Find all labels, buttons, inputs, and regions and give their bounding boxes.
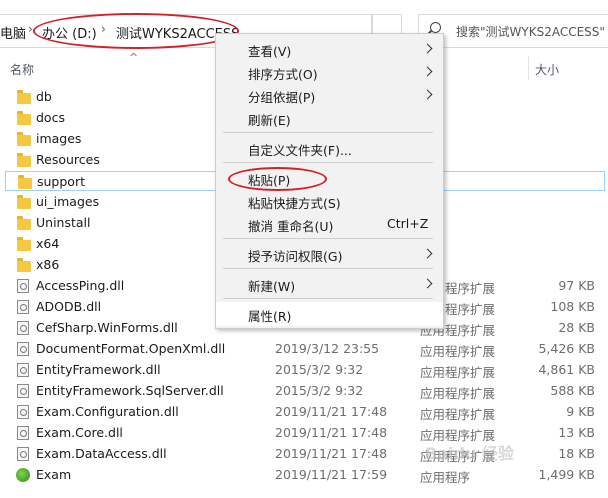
menu-separator xyxy=(223,238,433,239)
file-name: docs xyxy=(36,110,65,125)
menu-item-refresh[interactable]: 刷新(E) xyxy=(248,110,291,129)
file-name: Exam.DataAccess.dll xyxy=(36,446,167,461)
menu-item-new[interactable]: 新建(W) xyxy=(248,276,295,295)
file-date: 2019/11/21 17:59 xyxy=(275,467,388,482)
file-size: 5,426 KB xyxy=(538,341,595,356)
breadcrumb-computer[interactable]: 电脑 xyxy=(0,23,26,42)
dll-file-icon xyxy=(17,405,29,419)
file-name: CefSharp.WinForms.dll xyxy=(36,320,178,335)
folder-icon xyxy=(18,175,32,189)
dll-file-icon xyxy=(17,321,29,335)
dll-file-icon xyxy=(17,447,29,461)
file-name: EntityFramework.dll xyxy=(36,362,161,377)
file-name: ui_images xyxy=(36,194,100,209)
folder-icon xyxy=(17,237,31,251)
folder-icon xyxy=(17,216,31,230)
file-type: 应用程序 xyxy=(420,470,471,485)
folder-icon xyxy=(17,90,31,104)
file-date: 2019/3/12 23:55 xyxy=(275,341,380,356)
file-size: 108 KB xyxy=(550,299,595,314)
menu-shortcut-undo: Ctrl+Z xyxy=(387,216,429,231)
file-name: ADODB.dll xyxy=(36,299,102,314)
file-name: Exam.Configuration.dll xyxy=(36,404,179,419)
file-row[interactable]: EntityFramework.dll 2015/3/2 9:32 应用程序扩展 4,… xyxy=(5,360,605,380)
file-date: 2015/3/2 9:32 xyxy=(275,362,364,377)
file-row[interactable]: Exam.Configuration.dll 2019/11/21 17:48 应用… xyxy=(5,402,605,422)
menu-item-sort[interactable]: 排序方式(O) xyxy=(248,64,318,83)
file-name: Uninstall xyxy=(36,215,91,230)
dll-file-icon xyxy=(17,279,29,293)
file-name: x86 xyxy=(36,257,60,272)
application-icon xyxy=(16,468,30,482)
file-date: 2019/11/21 17:48 xyxy=(275,425,388,440)
watermark: Baidu 经验 xyxy=(425,444,514,463)
file-size: 588 KB xyxy=(550,383,595,398)
file-type: 应用程序扩展 xyxy=(420,386,496,401)
file-size: 97 KB xyxy=(558,278,595,293)
file-row[interactable]: Exam.DataAccess.dll 2019/11/21 17:48 应用程序扩… xyxy=(5,444,605,464)
file-name: EntityFramework.SqlServer.dll xyxy=(36,383,224,398)
file-name: images xyxy=(36,131,82,146)
file-row[interactable]: Exam.Core.dll 2019/11/21 17:48 应用程序扩展 13 KB xyxy=(5,423,605,443)
menu-separator xyxy=(223,298,433,299)
file-size: 1,499 KB xyxy=(538,467,595,482)
menu-item-group[interactable]: 分组依据(P) xyxy=(248,87,315,106)
column-divider[interactable] xyxy=(528,56,529,80)
file-size: 13 KB xyxy=(558,425,595,440)
file-row[interactable]: DocumentFormat.OpenXml.dll 2019/3/12 23:5… xyxy=(5,339,605,359)
file-row[interactable]: EntityFramework.SqlServer.dll 2015/3/2 9:… xyxy=(5,381,605,401)
menu-item-customize[interactable]: 自定义文件夹(F)... xyxy=(248,140,352,159)
column-size[interactable]: 大小 xyxy=(535,61,559,78)
folder-icon xyxy=(17,195,31,209)
file-name: Exam.Core.dll xyxy=(36,425,123,440)
folder-icon xyxy=(17,153,31,167)
dll-file-icon xyxy=(17,426,29,440)
menu-item-view[interactable]: 查看(V) xyxy=(248,41,291,60)
file-name: DocumentFormat.OpenXml.dll xyxy=(36,341,226,356)
file-size: 4,861 KB xyxy=(538,362,595,377)
folder-icon xyxy=(17,258,31,272)
annotation-circle xyxy=(228,167,327,191)
menu-separator xyxy=(223,132,433,133)
menu-separator xyxy=(223,268,433,269)
file-date: 2019/11/21 17:48 xyxy=(275,446,388,461)
file-type: 应用程序扩展 xyxy=(420,365,496,380)
file-date: 2019/11/21 17:48 xyxy=(275,404,388,419)
file-name: support xyxy=(37,174,85,189)
file-type: 应用程序扩展 xyxy=(420,407,496,422)
folder-icon xyxy=(17,132,31,146)
dll-file-icon xyxy=(17,384,29,398)
search-icon xyxy=(430,22,441,33)
file-row[interactable]: Exam 2019/11/21 17:59 应用程序 1,499 KB xyxy=(5,465,605,485)
column-name[interactable]: 名称 xyxy=(10,61,34,78)
file-name: x64 xyxy=(36,236,60,251)
file-size: 18 KB xyxy=(558,446,595,461)
file-name: AccessPing.dll xyxy=(36,278,125,293)
menu-item-grant-access[interactable]: 授予访问权限(G) xyxy=(248,246,342,265)
folder-icon xyxy=(17,111,31,125)
file-type: 应用程序扩展 xyxy=(420,344,496,359)
file-name: Exam xyxy=(36,467,72,482)
menu-item-properties[interactable]: 属性(R) xyxy=(248,306,291,325)
menu-item-undo[interactable]: 撤消 重命名(U) xyxy=(248,216,333,235)
dll-file-icon xyxy=(17,342,29,356)
dll-file-icon xyxy=(17,300,29,314)
sort-caret-icon: ^ xyxy=(129,51,139,64)
file-size: 9 KB xyxy=(566,404,595,419)
file-name: Resources xyxy=(36,152,100,167)
annotation-circle xyxy=(33,13,239,49)
file-size: 28 KB xyxy=(558,320,595,335)
menu-separator xyxy=(223,162,433,163)
breadcrumb-separator-icon[interactable]: › xyxy=(28,22,33,36)
file-name: db xyxy=(36,89,52,104)
search-placeholder: 搜索"测试WYKS2ACCESS" xyxy=(456,25,605,39)
file-date: 2015/3/2 9:32 xyxy=(275,383,364,398)
menu-item-paste-shortcut[interactable]: 粘贴快捷方式(S) xyxy=(248,193,341,212)
dll-file-icon xyxy=(17,363,29,377)
